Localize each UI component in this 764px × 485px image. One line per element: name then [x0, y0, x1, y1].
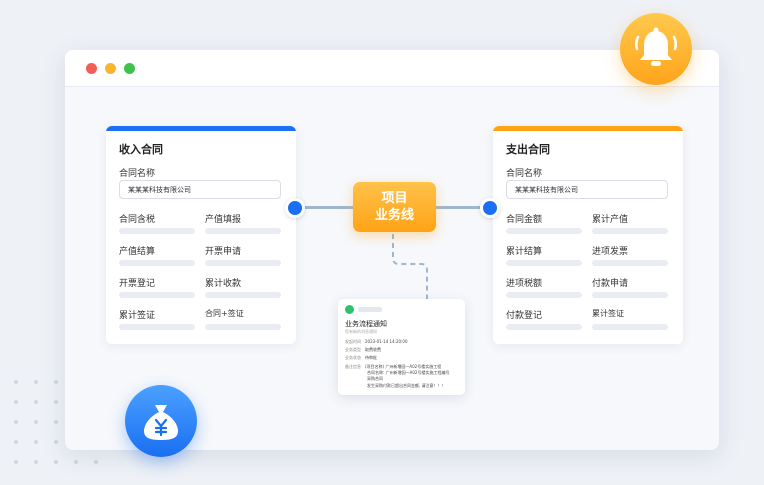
- notice-row: 发起时间 2023-01-14 14:20:00: [345, 339, 408, 344]
- income-contract-name-label: 合同名称: [119, 169, 156, 179]
- connector-left: [302, 206, 357, 209]
- income-cell-bar: [119, 292, 195, 298]
- expense-cell-bar: [592, 292, 668, 298]
- decorative-dot: [14, 380, 18, 384]
- expense-cell-label: 进项发票: [592, 247, 629, 257]
- expense-contract-card: 支出合同 合同名称 某某某科技有限公司 合同金额 累计产值 累计结算 进项发票 …: [493, 126, 683, 344]
- income-cell-bar: [119, 260, 195, 266]
- decorative-dot: [34, 440, 38, 444]
- income-cell-label: 开票登记: [119, 279, 156, 289]
- income-cell-bar: [205, 324, 281, 330]
- income-cell-label: 产值填报: [205, 215, 242, 225]
- expense-cell-bar: [506, 292, 582, 298]
- expense-card-title: 支出合同: [506, 143, 550, 156]
- income-card-title: 收入合同: [119, 143, 163, 156]
- decorative-dot: [54, 440, 58, 444]
- income-contract-card: 收入合同 合同名称 某某某科技有限公司 合同含税 产值填报 产值结算 开票申请 …: [106, 126, 296, 344]
- expense-cell-bar: [592, 260, 668, 266]
- decorative-dot: [54, 420, 58, 424]
- income-cell-label: 合同含税: [119, 215, 156, 225]
- decorative-dot: [54, 380, 58, 384]
- project-business-line-badge: 项目 业务线: [353, 182, 436, 232]
- expense-contract-name-input[interactable]: 某某某科技有限公司: [506, 180, 668, 199]
- money-bag-icon: [125, 385, 197, 457]
- decorative-dot: [34, 400, 38, 404]
- expense-cell-label: 付款申请: [592, 279, 629, 289]
- expense-cell-label: 累计产值: [592, 215, 629, 225]
- income-cell-bar: [205, 260, 281, 266]
- expense-cell-label: 累计签证: [592, 309, 624, 318]
- expense-cell-label: 合同金额: [506, 215, 543, 225]
- income-cell-label: 开票申请: [205, 247, 242, 257]
- connector-node-left: [285, 198, 305, 218]
- notice-row: 业务类型 取费收费: [345, 347, 381, 352]
- income-contract-name-input[interactable]: 某某某科技有限公司: [119, 180, 281, 199]
- connector-dashed-to-notice: [392, 234, 428, 300]
- wechat-icon: [345, 305, 354, 314]
- expense-cell-bar: [592, 228, 668, 234]
- decorative-dot: [34, 420, 38, 424]
- decorative-dot: [94, 460, 98, 464]
- expense-cell-bar: [506, 260, 582, 266]
- expense-cell-label: 进项税额: [506, 279, 543, 289]
- notice-row: 发生采购付款已超出合同金额, 请注意！！！: [367, 383, 446, 388]
- income-cell-bar: [205, 292, 281, 298]
- illustration-stage: 收入合同 合同名称 某某某科技有限公司 合同含税 产值填报 产值结算 开票申请 …: [0, 0, 764, 485]
- expense-contract-name-label: 合同名称: [506, 169, 543, 179]
- decorative-dot: [14, 440, 18, 444]
- connector-node-right: [480, 198, 500, 218]
- notice-title: 业务流程通知: [345, 320, 387, 328]
- window-maximize-button[interactable]: [124, 63, 135, 74]
- bell-icon: [620, 13, 692, 85]
- income-cell-label: 累计收款: [205, 279, 242, 289]
- income-cell-label: 累计签证: [119, 311, 156, 321]
- decorative-dot: [34, 460, 38, 464]
- decorative-dot: [14, 460, 18, 464]
- expense-cell-bar: [592, 324, 668, 330]
- expense-cell-bar: [506, 228, 582, 234]
- income-cell-bar: [205, 228, 281, 234]
- decorative-dot: [54, 400, 58, 404]
- expense-cell-bar: [506, 324, 582, 330]
- notice-row: 业务状态 待审批: [345, 355, 377, 360]
- expense-cell-label: 累计结算: [506, 247, 543, 257]
- notice-subtitle: 您有新的消息通知: [345, 329, 377, 334]
- window-minimize-button[interactable]: [105, 63, 116, 74]
- expense-card-accent-bar: [493, 126, 683, 131]
- center-badge-line2: 业务线: [374, 208, 414, 223]
- income-card-accent-bar: [106, 126, 296, 131]
- decorative-dot: [34, 380, 38, 384]
- business-flow-notice-card[interactable]: 业务流程通知 您有新的消息通知 发起时间 2023-01-14 14:20:00 …: [338, 299, 465, 395]
- expense-cell-label: 付款登记: [506, 311, 543, 321]
- window-close-button[interactable]: [86, 63, 97, 74]
- income-cell-bar: [119, 228, 195, 234]
- center-badge-line1: 项目: [381, 191, 408, 206]
- decorative-dot: [74, 460, 78, 464]
- decorative-dot: [54, 460, 58, 464]
- notice-sender-placeholder: [358, 307, 382, 312]
- income-cell-label: 合同+签证: [205, 309, 244, 318]
- notice-row: 采购合同: [367, 376, 383, 381]
- income-cell-label: 产值结算: [119, 247, 156, 257]
- decorative-dot: [14, 400, 18, 404]
- decorative-dot: [14, 420, 18, 424]
- connector-right: [432, 206, 484, 209]
- income-cell-bar: [119, 324, 195, 330]
